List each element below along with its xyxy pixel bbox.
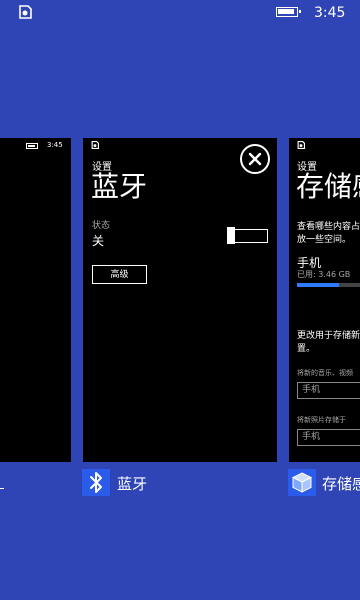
advanced-button[interactable]: 高级 (92, 265, 147, 284)
mini-notification-icon (91, 141, 99, 149)
battery-icon (276, 7, 301, 17)
mini-status-time: 3:45 (47, 141, 63, 149)
mini-notification-icon (297, 141, 305, 149)
storage-app-tile[interactable] (288, 469, 316, 496)
mini-status-bar (289, 140, 360, 152)
mini-status-bar: 3:45 (0, 140, 71, 152)
music-location-select[interactable]: 手机 (297, 382, 360, 399)
bluetooth-app-tile[interactable] (82, 469, 110, 496)
close-icon (248, 152, 262, 166)
mini-battery-icon (26, 143, 38, 149)
storage-cube-icon (291, 472, 313, 493)
status-time: 3:45 (314, 5, 346, 21)
app-card-previous[interactable]: 3:45 (0, 138, 71, 462)
storage-description: 查看哪些内容占 放一些空间。 (297, 222, 360, 245)
used-space-label: 已用: 3.46 GB (297, 270, 351, 279)
photo-location-select[interactable]: 手机 (297, 429, 360, 446)
music-location-label: 将新的音乐、视频 (297, 369, 353, 377)
close-button[interactable] (240, 144, 270, 174)
notification-icon (19, 5, 32, 19)
storage-app-label[interactable]: 存储感 (322, 473, 360, 494)
page-title: 存储感 (296, 170, 360, 203)
storage-change-text: 更改用于存储新 置。 (297, 331, 360, 354)
storage-usage-bar (297, 283, 360, 287)
photo-location-label: 将新照片存储于 (297, 416, 346, 424)
page-title: 蓝牙 (91, 170, 148, 203)
state-value: 关 (92, 234, 105, 248)
previous-app-label-fragment (0, 480, 4, 489)
bluetooth-icon (90, 472, 102, 493)
bluetooth-toggle[interactable] (227, 227, 268, 244)
status-bar: 3:45 (0, 0, 360, 26)
app-card-bluetooth[interactable]: 设置 蓝牙 状态 关 高级 (83, 138, 277, 462)
bluetooth-app-label[interactable]: 蓝牙 (117, 473, 147, 494)
app-card-storage[interactable]: 设置 存储感 查看哪些内容占 放一些空间。 手机 已用: 3.46 GB 更改用… (289, 138, 360, 462)
state-label: 状态 (92, 221, 111, 231)
